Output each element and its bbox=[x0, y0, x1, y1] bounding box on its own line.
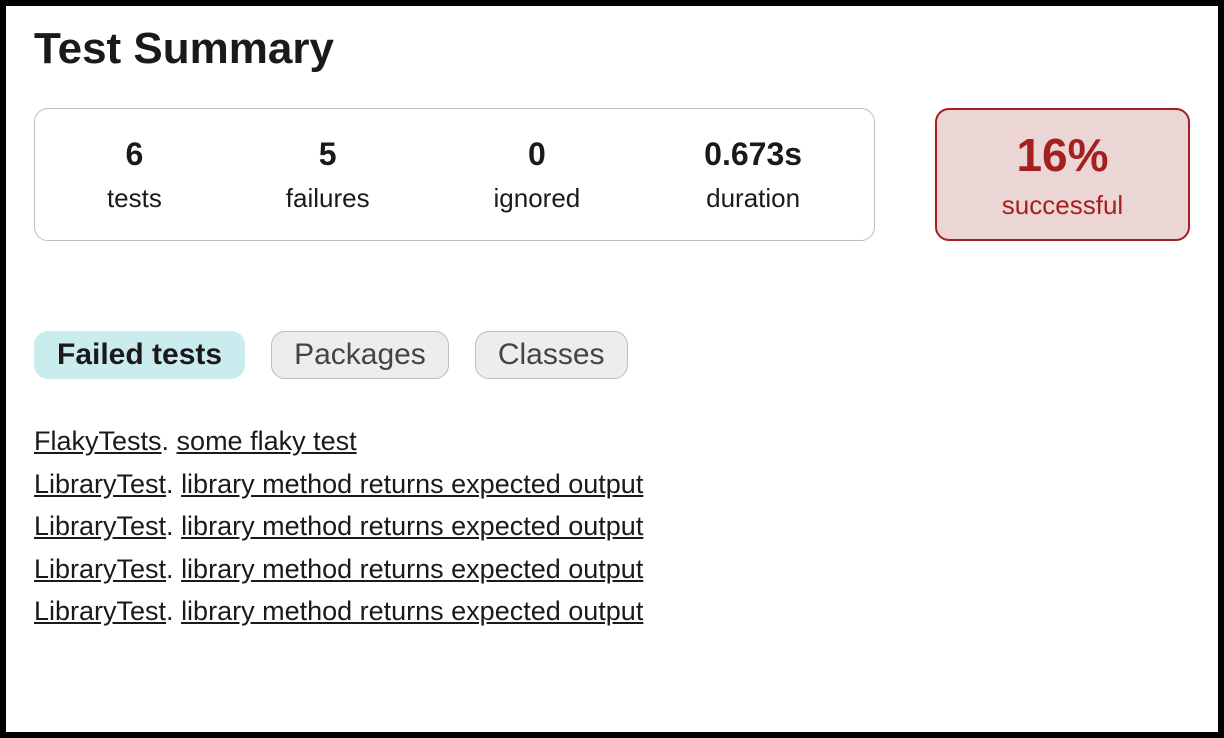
failed-test-item: LibraryTest. library method returns expe… bbox=[34, 591, 1190, 632]
metric-ignored-value: 0 bbox=[494, 136, 581, 173]
failed-test-class-link[interactable]: LibraryTest bbox=[34, 596, 166, 626]
metric-duration: 0.673s duration bbox=[704, 136, 802, 214]
page-title: Test Summary bbox=[34, 24, 1190, 74]
summary-row: 6 tests 5 failures 0 ignored 0.673s dura… bbox=[34, 108, 1190, 241]
metric-duration-value: 0.673s bbox=[704, 136, 802, 173]
tab-classes[interactable]: Classes bbox=[475, 331, 628, 379]
failed-test-separator: . bbox=[166, 469, 181, 499]
failed-test-class-link[interactable]: LibraryTest bbox=[34, 511, 166, 541]
metric-tests: 6 tests bbox=[107, 136, 162, 214]
tabs-row: Failed tests Packages Classes bbox=[34, 331, 1190, 379]
metric-duration-label: duration bbox=[704, 183, 802, 214]
failed-test-class-link[interactable]: FlakyTests bbox=[34, 426, 162, 456]
metrics-card: 6 tests 5 failures 0 ignored 0.673s dura… bbox=[34, 108, 875, 241]
metric-tests-label: tests bbox=[107, 183, 162, 214]
success-percent: 16% bbox=[1016, 128, 1108, 182]
metric-failures-label: failures bbox=[286, 183, 370, 214]
failed-test-item: LibraryTest. library method returns expe… bbox=[34, 464, 1190, 505]
success-label: successful bbox=[1002, 190, 1123, 221]
metric-ignored-label: ignored bbox=[494, 183, 581, 214]
failed-test-class-link[interactable]: LibraryTest bbox=[34, 554, 166, 584]
tab-packages[interactable]: Packages bbox=[271, 331, 449, 379]
failed-test-name-link[interactable]: library method returns expected output bbox=[181, 554, 643, 584]
metric-failures: 5 failures bbox=[286, 136, 370, 214]
metric-ignored: 0 ignored bbox=[494, 136, 581, 214]
failed-test-separator: . bbox=[166, 554, 181, 584]
failed-test-item: LibraryTest. library method returns expe… bbox=[34, 506, 1190, 547]
failed-test-item: FlakyTests. some flaky test bbox=[34, 421, 1190, 462]
failed-test-name-link[interactable]: library method returns expected output bbox=[181, 511, 643, 541]
failed-test-item: LibraryTest. library method returns expe… bbox=[34, 549, 1190, 590]
metric-tests-value: 6 bbox=[107, 136, 162, 173]
failed-test-separator: . bbox=[166, 596, 181, 626]
success-card: 16% successful bbox=[935, 108, 1190, 241]
failed-test-class-link[interactable]: LibraryTest bbox=[34, 469, 166, 499]
tab-failed-tests[interactable]: Failed tests bbox=[34, 331, 245, 379]
failed-test-separator: . bbox=[166, 511, 181, 541]
metric-failures-value: 5 bbox=[286, 136, 370, 173]
failed-test-separator: . bbox=[162, 426, 177, 456]
failed-test-name-link[interactable]: some flaky test bbox=[177, 426, 357, 456]
failed-test-name-link[interactable]: library method returns expected output bbox=[181, 469, 643, 499]
failed-test-name-link[interactable]: library method returns expected output bbox=[181, 596, 643, 626]
failed-tests-list: FlakyTests. some flaky test LibraryTest.… bbox=[34, 421, 1190, 632]
